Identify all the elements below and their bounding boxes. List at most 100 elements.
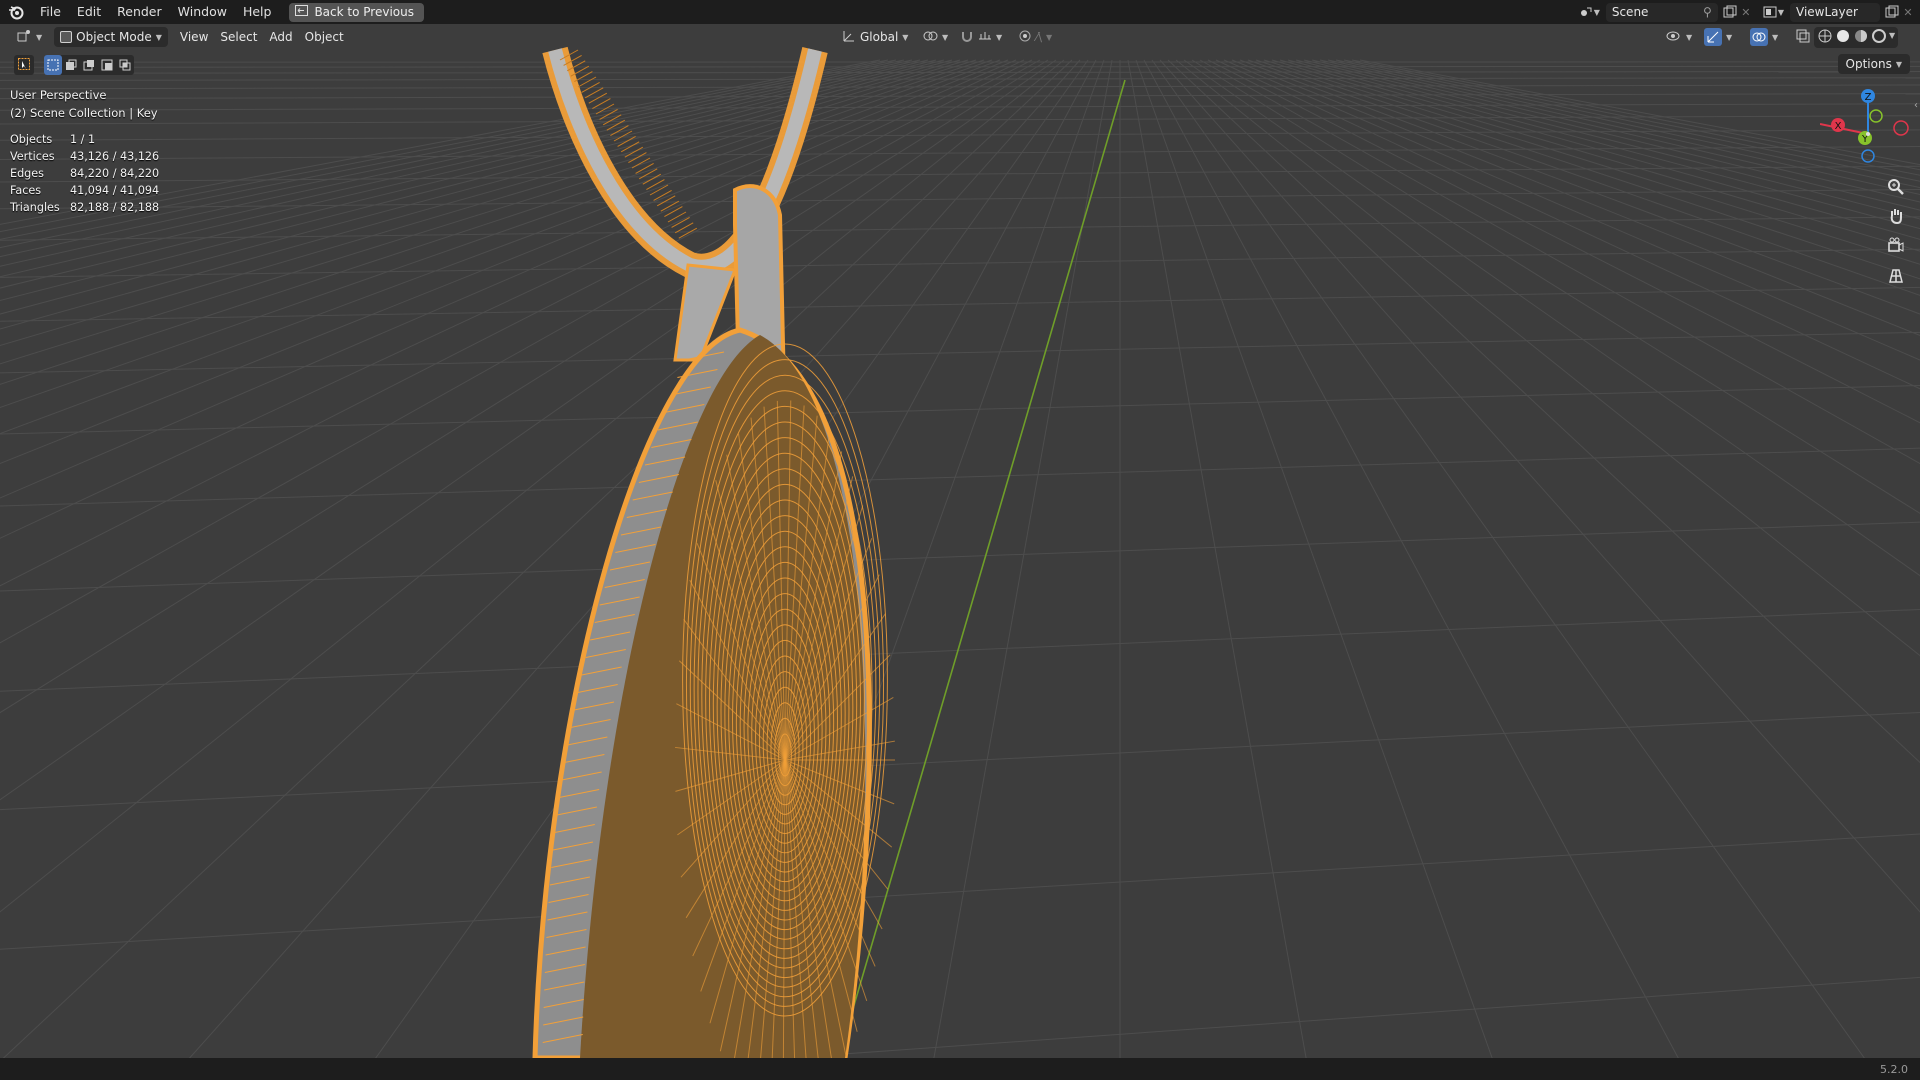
menu-window[interactable]: Window bbox=[170, 0, 235, 24]
chevron-down-icon: ▼ bbox=[996, 32, 1003, 42]
transform-orientation-dropdown[interactable]: Global ▼ bbox=[836, 27, 914, 47]
scene-selector[interactable]: Scene ⚲ bbox=[1605, 2, 1718, 22]
menu-object[interactable]: Object bbox=[299, 27, 350, 47]
chevron-down-icon: ▼ bbox=[1895, 59, 1902, 69]
shading-mode-group: ▼ bbox=[1814, 27, 1899, 48]
stat-row: Objects 1 / 1 bbox=[10, 131, 159, 148]
stat-row: Edges 84,220 / 84,220 bbox=[10, 165, 159, 182]
menu-file[interactable]: File bbox=[32, 0, 69, 24]
editor-type-icon bbox=[16, 29, 32, 46]
stat-value: 41,094 / 41,094 bbox=[70, 184, 160, 197]
select-invert-icon[interactable] bbox=[98, 55, 116, 75]
overlays-icon bbox=[1750, 28, 1768, 46]
gizmo-neg-z bbox=[1861, 149, 1875, 163]
rendered-shading-icon[interactable] bbox=[1871, 28, 1887, 47]
stat-label: Objects bbox=[10, 133, 53, 146]
navigation-gizmo[interactable]: Z X Y bbox=[1820, 82, 1920, 172]
chevron-down-icon: ▼ bbox=[1772, 32, 1779, 42]
stat-value: 84,220 / 84,220 bbox=[70, 167, 160, 180]
chevron-down-icon: ▼ bbox=[1686, 32, 1693, 42]
stat-value: 82,188 / 82,188 bbox=[70, 201, 160, 214]
proportional-editing-toggle[interactable]: ⁄\ ▼ bbox=[1012, 27, 1058, 47]
version-label: 5.2.0 bbox=[1880, 1063, 1908, 1076]
orientation-icon bbox=[842, 29, 856, 46]
sidebar-toggle-icon[interactable]: ‹ bbox=[1914, 100, 1918, 111]
snap-toggle[interactable]: ▼ bbox=[954, 27, 1008, 47]
select-extend-icon[interactable] bbox=[62, 55, 80, 75]
select-box-icon[interactable] bbox=[44, 55, 62, 75]
scene-icon[interactable] bbox=[1578, 4, 1594, 20]
stat-label: Vertices bbox=[10, 150, 55, 163]
viewport-canvas[interactable] bbox=[0, 0, 1920, 1080]
new-scene-icon[interactable] bbox=[1722, 4, 1738, 20]
close-scene-icon[interactable]: ✕ bbox=[1738, 4, 1754, 20]
xray-icon bbox=[1796, 29, 1810, 46]
xray-toggle[interactable] bbox=[1790, 27, 1816, 47]
overlays-toggle[interactable]: ▼ bbox=[1744, 27, 1784, 47]
stat-row: Triangles 82,188 / 82,188 bbox=[10, 199, 159, 216]
new-view-layer-icon[interactable] bbox=[1884, 4, 1900, 20]
object-mode-label: Object Mode bbox=[76, 30, 152, 44]
stat-row: Faces 41,094 / 41,094 bbox=[10, 182, 159, 199]
options-label: Options bbox=[1845, 57, 1892, 71]
gizmo-x-label: X bbox=[1835, 121, 1842, 132]
magnet-icon bbox=[960, 29, 974, 46]
scene-dropdown-icon[interactable]: ▼ bbox=[1594, 8, 1600, 17]
active-tool-button[interactable] bbox=[14, 55, 34, 75]
blender-logo-icon[interactable] bbox=[6, 2, 26, 22]
wireframe-shading-icon[interactable] bbox=[1817, 28, 1833, 47]
object-mode-icon bbox=[60, 31, 73, 43]
scene-name: Scene bbox=[1611, 5, 1649, 19]
material-shading-icon[interactable] bbox=[1853, 28, 1869, 47]
menu-help[interactable]: Help bbox=[235, 0, 280, 24]
stat-label: Edges bbox=[10, 167, 44, 180]
hand-icon[interactable] bbox=[1884, 204, 1908, 228]
solid-shading-icon[interactable] bbox=[1835, 28, 1851, 47]
chevron-down-icon: ▼ bbox=[942, 32, 949, 42]
shading-dropdown-icon[interactable]: ▼ bbox=[1889, 28, 1895, 47]
menu-render[interactable]: Render bbox=[109, 0, 170, 24]
back-to-previous-button[interactable]: Back to Previous bbox=[289, 2, 424, 22]
top-menu-bar: File Edit Render Window Help Back to Pre… bbox=[0, 0, 1920, 24]
visibility-dropdown[interactable]: ▼ bbox=[1660, 27, 1698, 47]
stat-row: Vertices 43,126 / 43,126 bbox=[10, 148, 159, 165]
back-to-previous-label: Back to Previous bbox=[314, 5, 414, 19]
snap-target-icon bbox=[978, 29, 992, 46]
editor-type-selector[interactable]: ▼ bbox=[10, 27, 48, 47]
select-intersect-icon[interactable] bbox=[116, 55, 134, 75]
gizmo-neg-y bbox=[1869, 109, 1883, 123]
select-subtract-icon[interactable] bbox=[80, 55, 98, 75]
chevron-down-icon: ▼ bbox=[1726, 32, 1733, 42]
collection-label: (2) Scene Collection | Key bbox=[10, 106, 158, 120]
pivot-point-dropdown[interactable]: ▼ bbox=[916, 27, 954, 47]
selectability-icon bbox=[1666, 29, 1682, 46]
viewport-info-overlay: User Perspective (2) Scene Collection | … bbox=[10, 86, 158, 122]
pivot-icon bbox=[922, 29, 938, 46]
back-icon bbox=[295, 5, 309, 19]
menu-select[interactable]: Select bbox=[214, 27, 263, 47]
close-view-layer-icon[interactable]: ✕ bbox=[1900, 4, 1916, 20]
menu-add[interactable]: Add bbox=[263, 27, 298, 47]
stat-value: 43,126 / 43,126 bbox=[70, 150, 160, 163]
object-mode-dropdown[interactable]: Object Mode ▼ bbox=[54, 27, 168, 47]
stat-label: Faces bbox=[10, 184, 42, 197]
menu-edit[interactable]: Edit bbox=[69, 0, 109, 24]
menu-view[interactable]: View bbox=[174, 27, 214, 47]
falloff-icon: ⁄\ bbox=[1036, 30, 1043, 44]
chevron-down-icon: ▼ bbox=[1046, 32, 1053, 42]
options-dropdown[interactable]: Options ▼ bbox=[1837, 54, 1910, 74]
gizmo-neg-x bbox=[1893, 120, 1909, 136]
pin-icon[interactable]: ⚲ bbox=[1703, 5, 1712, 19]
status-bar: 5.2.0 bbox=[0, 1058, 1920, 1080]
zoom-icon[interactable] bbox=[1884, 175, 1908, 199]
camera-icon[interactable] bbox=[1884, 234, 1908, 258]
view-layer-selector[interactable]: ViewLayer bbox=[1790, 2, 1880, 22]
select-cursor-icon bbox=[18, 57, 30, 73]
view-layer-dropdown-icon[interactable]: ▼ bbox=[1778, 8, 1784, 17]
view-layer-icon[interactable] bbox=[1762, 4, 1778, 20]
view-layer-name: ViewLayer bbox=[1796, 5, 1858, 19]
gizmo-toggle[interactable]: ▼ bbox=[1698, 27, 1738, 47]
perspective-label: User Perspective bbox=[10, 88, 107, 102]
grid-icon[interactable] bbox=[1884, 264, 1908, 288]
orientation-label: Global bbox=[860, 30, 899, 44]
